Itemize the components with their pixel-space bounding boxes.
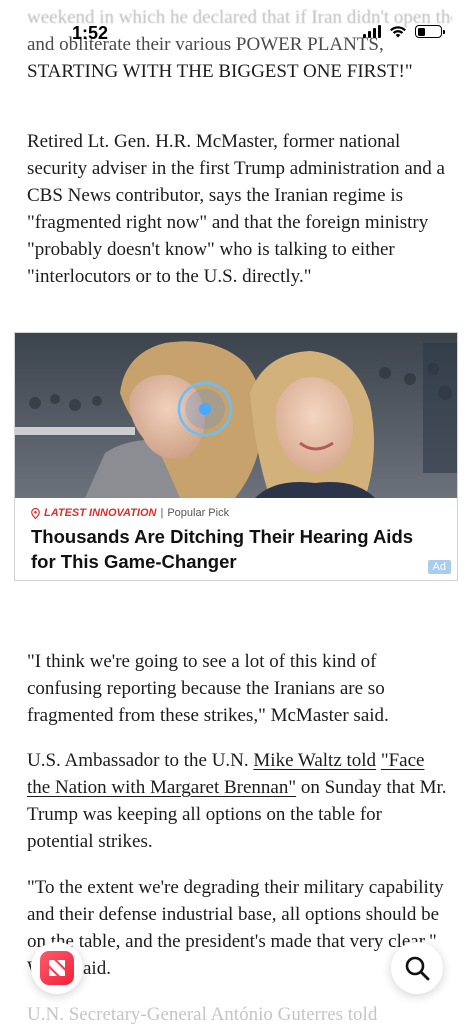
location-pin-icon: [31, 507, 40, 519]
ad-category: Popular Pick: [167, 507, 230, 519]
apple-news-icon: [40, 951, 74, 985]
article-paragraph: Retired Lt. Gen. H.R. McMaster, former n…: [27, 131, 445, 287]
ad-tag: LATEST INNOVATION: [44, 507, 157, 519]
status-icons: [363, 25, 445, 38]
ad-title[interactable]: Thousands Are Ditching Their Hearing Aid…: [31, 524, 441, 574]
article-paragraph: U.S. Ambassador to the U.N. Mike Waltz t…: [27, 747, 447, 855]
article-paragraph: "To the extent we're degrading their mil…: [27, 877, 444, 979]
wifi-icon: [390, 26, 406, 38]
ad-card[interactable]: LATEST INNOVATION | Popular Pick Thousan…: [14, 332, 458, 581]
ad-meta: LATEST INNOVATION | Popular Pick: [31, 507, 229, 519]
cellular-signal-icon: [363, 25, 381, 38]
paragraph-text: U.S. Ambassador to the U.N.: [27, 750, 254, 771]
article-paragraph-partial: U.N. Secretary-General António Guterres …: [27, 1004, 378, 1024]
paragraph-line: STARTING WITH THE BIGGEST ONE FIRST!": [27, 61, 413, 82]
mike-waltz-link[interactable]: Mike Waltz told: [253, 750, 376, 771]
search-icon: [405, 956, 430, 981]
ad-photo-illustration: [15, 333, 457, 498]
ad-badge: Ad: [427, 560, 451, 574]
ad-image: [15, 333, 457, 498]
apple-news-button[interactable]: [31, 942, 83, 994]
article-paragraph: "I think we're going to see a lot of thi…: [27, 651, 389, 726]
battery-icon: [415, 25, 445, 38]
status-time: 1:52: [72, 23, 109, 43]
status-bar: 1:52: [0, 0, 472, 54]
search-button[interactable]: [391, 942, 443, 994]
ad-separator: |: [160, 507, 164, 519]
